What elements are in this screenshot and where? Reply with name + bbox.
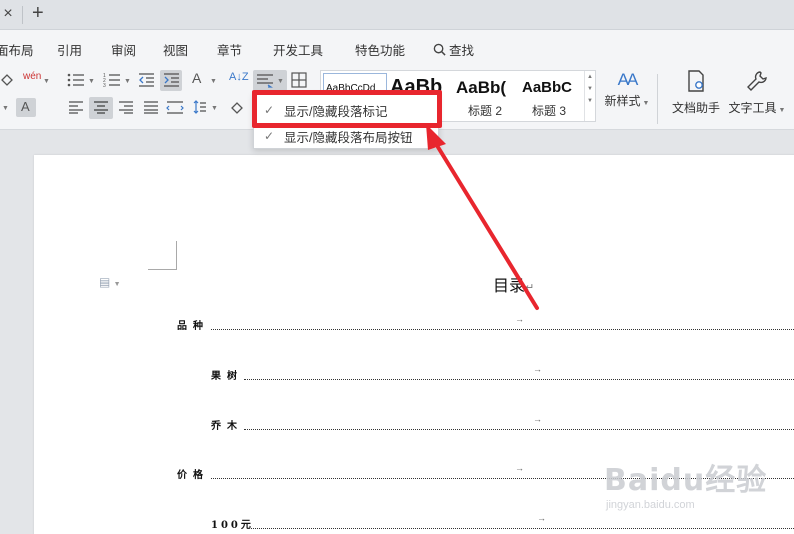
numbered-list-icon[interactable]: 123 [103, 72, 121, 88]
page-corner-mark [148, 241, 177, 270]
tab-arrow: → [515, 314, 524, 324]
font-size-icon[interactable]: A [192, 71, 201, 85]
menu-developer[interactable]: 开发工具 [273, 40, 323, 59]
align-left-icon[interactable] [68, 100, 84, 114]
toc-entry-label: 乔木 [211, 421, 243, 432]
paragraph-marks-icon [257, 74, 273, 88]
bullet-list-icon[interactable] [67, 72, 85, 88]
menu-references[interactable]: 引用 [57, 40, 82, 59]
char-shading-icon: A [21, 99, 30, 114]
shading-fill-icon[interactable] [229, 100, 245, 114]
baidu-watermark: Baidu经验 jingyan.baidu.com [604, 443, 768, 529]
toc-leader-dots [244, 429, 794, 430]
paragraph-layout-icon[interactable]: ▤ ▼ [99, 275, 121, 289]
watermark-url: jingyan.baidu.com [606, 499, 695, 511]
menu-section[interactable]: 章节 [217, 40, 242, 59]
style-label: 标题 3 [532, 104, 567, 118]
text-tools-button[interactable]: 文字工具 ▼ [728, 70, 786, 116]
phonetic-guide-icon[interactable]: wén [23, 72, 41, 82]
menu-special-features[interactable]: 特色功能 [355, 40, 405, 59]
toc-leader-dots [211, 329, 794, 330]
menu-view[interactable]: 视图 [163, 40, 188, 59]
style-label: 标题 2 [468, 104, 503, 118]
menu-search[interactable]: 查找 [433, 40, 474, 59]
tab-arrow: → [537, 513, 546, 523]
chevron-down-icon[interactable]: ▼ [43, 78, 50, 85]
toc-entry[interactable]: 果树 → [211, 364, 794, 382]
doc-helper-icon [688, 70, 704, 92]
toolbar-divider [657, 74, 658, 124]
tab-divider [22, 6, 23, 24]
increase-indent-icon [164, 73, 179, 87]
menu-bar: 面布局 引用 审阅 视图 章节 开发工具 特色功能 查找 [0, 30, 794, 64]
chevron-down-icon[interactable]: ▼ [2, 105, 9, 112]
check-icon: ✓ [263, 129, 275, 143]
doc-helper-label: 文档助手 [671, 101, 720, 115]
chevron-down-icon[interactable]: ▼ [211, 105, 218, 112]
close-tab-icon[interactable]: × [0, 5, 16, 23]
style-heading-2[interactable]: AaBb( 标题 2 [455, 73, 521, 119]
distributed-align-icon[interactable] [166, 100, 184, 114]
chevron-down-icon[interactable]: ▼ [88, 78, 95, 85]
menu-review[interactable]: 审阅 [111, 40, 136, 59]
wrench-icon [747, 71, 767, 91]
annotation-highlight-box [252, 90, 442, 128]
toc-entry-label: 100元 [211, 520, 254, 531]
new-style-icon: AA [617, 70, 639, 89]
menu-page-layout[interactable]: 面布局 [0, 40, 34, 59]
tab-bar: × + [0, 0, 794, 30]
chevron-down-icon[interactable]: ▼ [277, 78, 284, 85]
align-right-icon[interactable] [118, 100, 134, 114]
align-center-icon [94, 101, 108, 114]
toc-title[interactable]: 目录↵ [493, 272, 534, 296]
toc-entry-label: 价格 [177, 470, 209, 481]
scroll-up-icon[interactable]: ▲ [585, 71, 595, 83]
toc-leader-dots [244, 379, 794, 380]
style-heading-3[interactable]: AaBbC 标题 3 [521, 73, 585, 119]
toc-entry[interactable]: 品种 → [177, 314, 794, 332]
svg-text:3: 3 [103, 83, 106, 88]
style-preview: AaBbC [522, 79, 573, 96]
watermark-logo-text: Baidu经验 [604, 463, 768, 498]
eraser-icon[interactable] [0, 72, 14, 86]
table-border-icon[interactable] [291, 72, 307, 88]
gallery-scrollbar[interactable]: ▲ ▼ ▼ [584, 71, 595, 121]
toc-entry[interactable]: 乔木 → [211, 414, 794, 432]
text-tools-label: 文字工具 ▼ [728, 101, 786, 115]
line-spacing-icon[interactable] [193, 100, 207, 114]
toc-entry-label: 品种 [177, 321, 209, 332]
menu-item-label: 显示/隐藏段落布局按钮 [284, 130, 413, 145]
search-label: 查找 [449, 44, 475, 58]
search-icon [433, 43, 446, 56]
chevron-down-icon[interactable]: ▼ [210, 78, 217, 85]
style-preview: AaBb( [456, 78, 507, 97]
scroll-down-icon[interactable]: ▼ [585, 83, 595, 95]
toc-entry-label: 果树 [211, 371, 243, 382]
decrease-indent-icon[interactable] [138, 72, 155, 88]
tab-arrow: → [533, 414, 542, 424]
new-style-button[interactable]: AA 新样式 ▼ [604, 70, 650, 109]
new-style-label: 新样式 ▼ [604, 94, 650, 108]
doc-helper-button[interactable]: 文档助手 [670, 70, 722, 116]
paragraph-mark: ↵ [525, 281, 535, 294]
expand-gallery-icon[interactable]: ▼ [585, 95, 595, 107]
chevron-down-icon[interactable]: ▼ [124, 78, 131, 85]
justify-icon[interactable] [143, 100, 159, 114]
tab-arrow: → [515, 463, 524, 473]
tab-arrow: → [533, 364, 542, 374]
new-tab-icon[interactable]: + [32, 2, 44, 25]
sort-icon[interactable]: A↓Z [229, 72, 249, 83]
